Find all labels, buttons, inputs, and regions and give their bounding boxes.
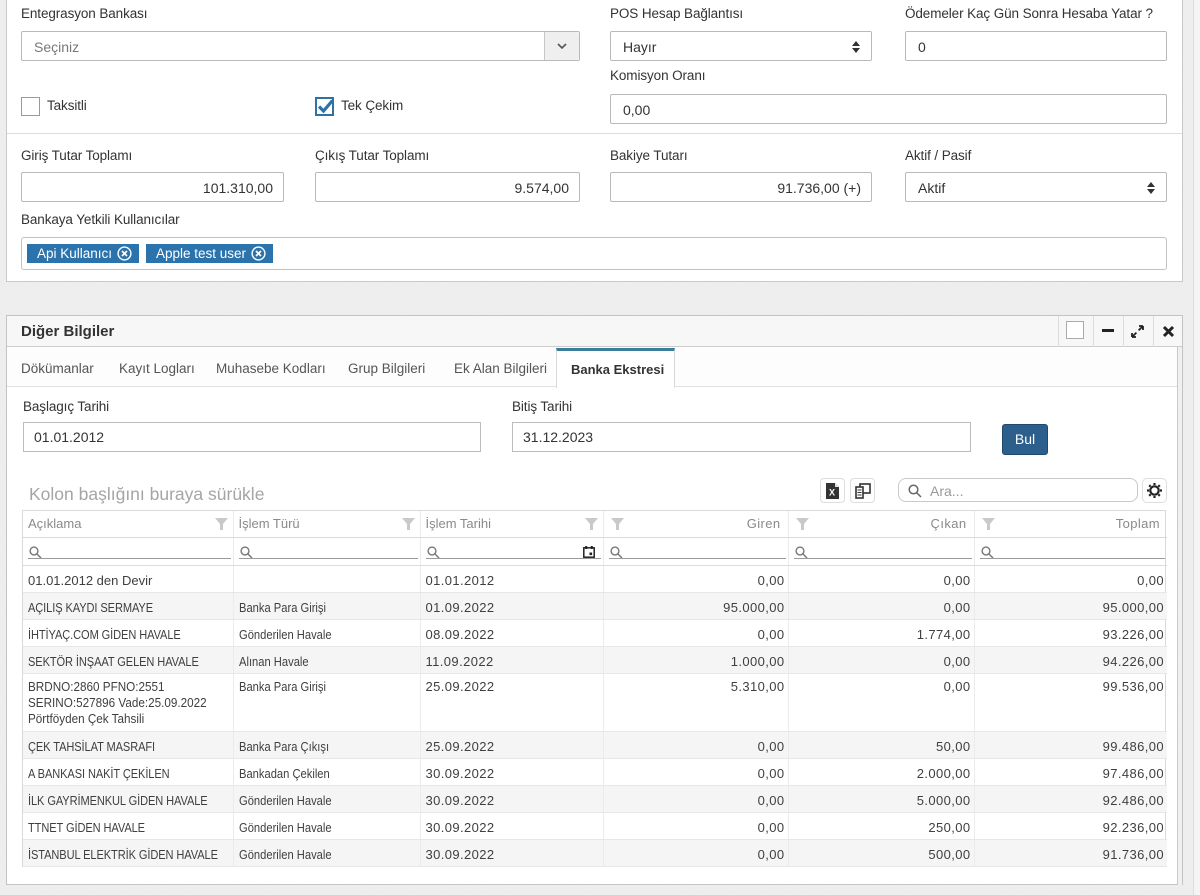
svg-text:X: X — [829, 488, 835, 498]
